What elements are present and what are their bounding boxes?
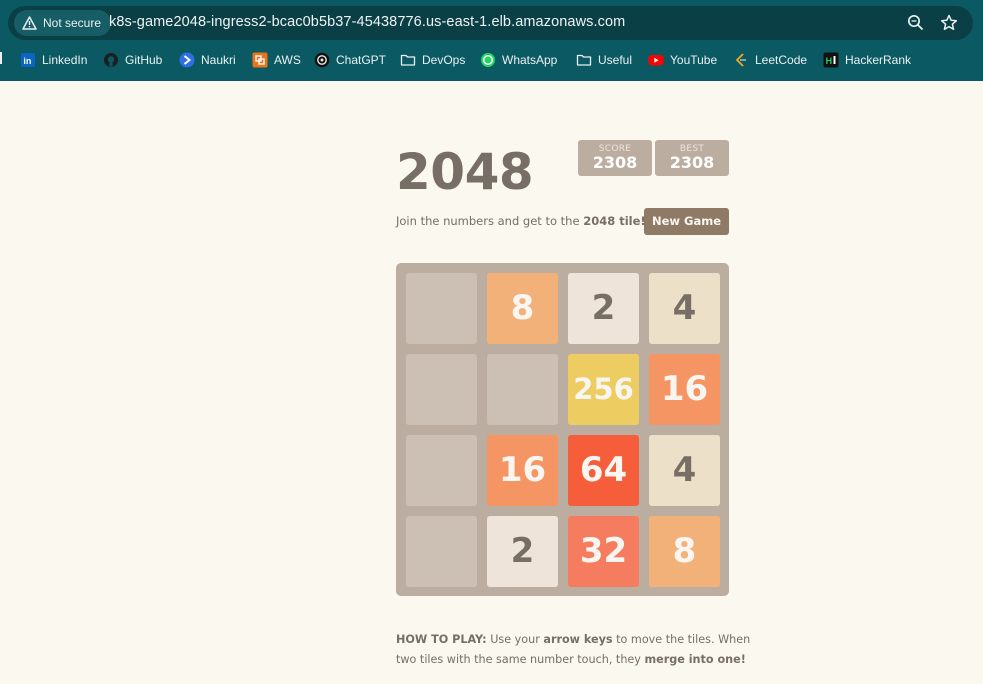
- bookmark-useful[interactable]: Useful: [576, 51, 632, 69]
- github-icon: [103, 52, 119, 68]
- grid-cell: [487, 354, 558, 425]
- tile-4: 4: [649, 273, 720, 344]
- naukri-icon: [179, 52, 195, 68]
- tile-32: 32: [568, 516, 639, 587]
- grid-cell: [406, 516, 477, 587]
- browser-chrome: Not secure k8s-game2048-ingress2-bcac0b5…: [0, 0, 983, 81]
- best-value: 2308: [669, 153, 715, 172]
- bookmark-chatgpt[interactable]: ChatGPT: [314, 51, 386, 69]
- score-value: 2308: [592, 153, 638, 172]
- address-bar[interactable]: Not secure k8s-game2048-ingress2-bcac0b5…: [8, 6, 973, 40]
- tile-2: 2: [487, 516, 558, 587]
- tile-64: 64: [568, 435, 639, 506]
- bookmark-youtube[interactable]: YouTube: [648, 51, 717, 69]
- security-chip[interactable]: Not secure: [14, 10, 112, 36]
- aws-icon: [252, 52, 268, 68]
- howto-label: HOW TO PLAY:: [396, 633, 487, 646]
- best-box: BEST 2308: [655, 140, 729, 176]
- svg-text:H: H: [826, 56, 833, 66]
- folder-icon: [400, 52, 416, 68]
- game-intro: Join the numbers and get to the 2048 til…: [396, 214, 646, 228]
- bookmarks-bar: in LinkedIn GitHub Naukri AWS ChatGPT De…: [0, 49, 983, 71]
- game-title: 2048: [396, 143, 534, 201]
- url-text[interactable]: k8s-game2048-ingress2-bcac0b5b37-4543877…: [109, 14, 625, 30]
- svg-text:in: in: [23, 56, 31, 66]
- bookmark-leetcode[interactable]: LeetCode: [733, 51, 807, 69]
- warning-icon: [22, 16, 37, 30]
- bookmark-github[interactable]: GitHub: [103, 51, 162, 69]
- security-label: Not secure: [43, 16, 102, 30]
- tile-16: 16: [487, 435, 558, 506]
- chatgpt-icon: [314, 52, 330, 68]
- bookmark-naukri[interactable]: Naukri: [179, 51, 236, 69]
- tile-8: 8: [487, 273, 558, 344]
- folder-icon: [576, 52, 592, 68]
- game-board[interactable]: 8 2 4 256 16 16 64 4 2 32 8: [396, 263, 729, 596]
- hackerrank-icon: H: [823, 52, 839, 68]
- bookmark-aws[interactable]: AWS: [252, 51, 301, 69]
- youtube-icon: [648, 52, 664, 68]
- tile-8: 8: [649, 516, 720, 587]
- tile-2: 2: [568, 273, 639, 344]
- bookmark-hackerrank[interactable]: H HackerRank: [823, 51, 911, 69]
- leetcode-icon: [733, 52, 749, 68]
- whatsapp-icon: [480, 52, 496, 68]
- bookmark-linkedin[interactable]: in LinkedIn: [20, 51, 87, 69]
- linkedin-icon: in: [20, 52, 36, 68]
- bookmark-whatsapp[interactable]: WhatsApp: [480, 51, 557, 69]
- bookmark-devops[interactable]: DevOps: [400, 51, 465, 69]
- new-game-button[interactable]: New Game: [644, 208, 729, 235]
- tile-16: 16: [649, 354, 720, 425]
- score-box: SCORE 2308: [578, 140, 652, 176]
- tile-4: 4: [649, 435, 720, 506]
- how-to-play: HOW TO PLAY: Use your arrow keys to move…: [396, 633, 751, 666]
- grid-cell: [406, 273, 477, 344]
- zoom-icon[interactable]: [906, 13, 926, 33]
- grid-cell: [406, 354, 477, 425]
- grid-cell: [406, 435, 477, 506]
- tile-256: 256: [568, 354, 639, 425]
- star-icon[interactable]: [939, 13, 959, 33]
